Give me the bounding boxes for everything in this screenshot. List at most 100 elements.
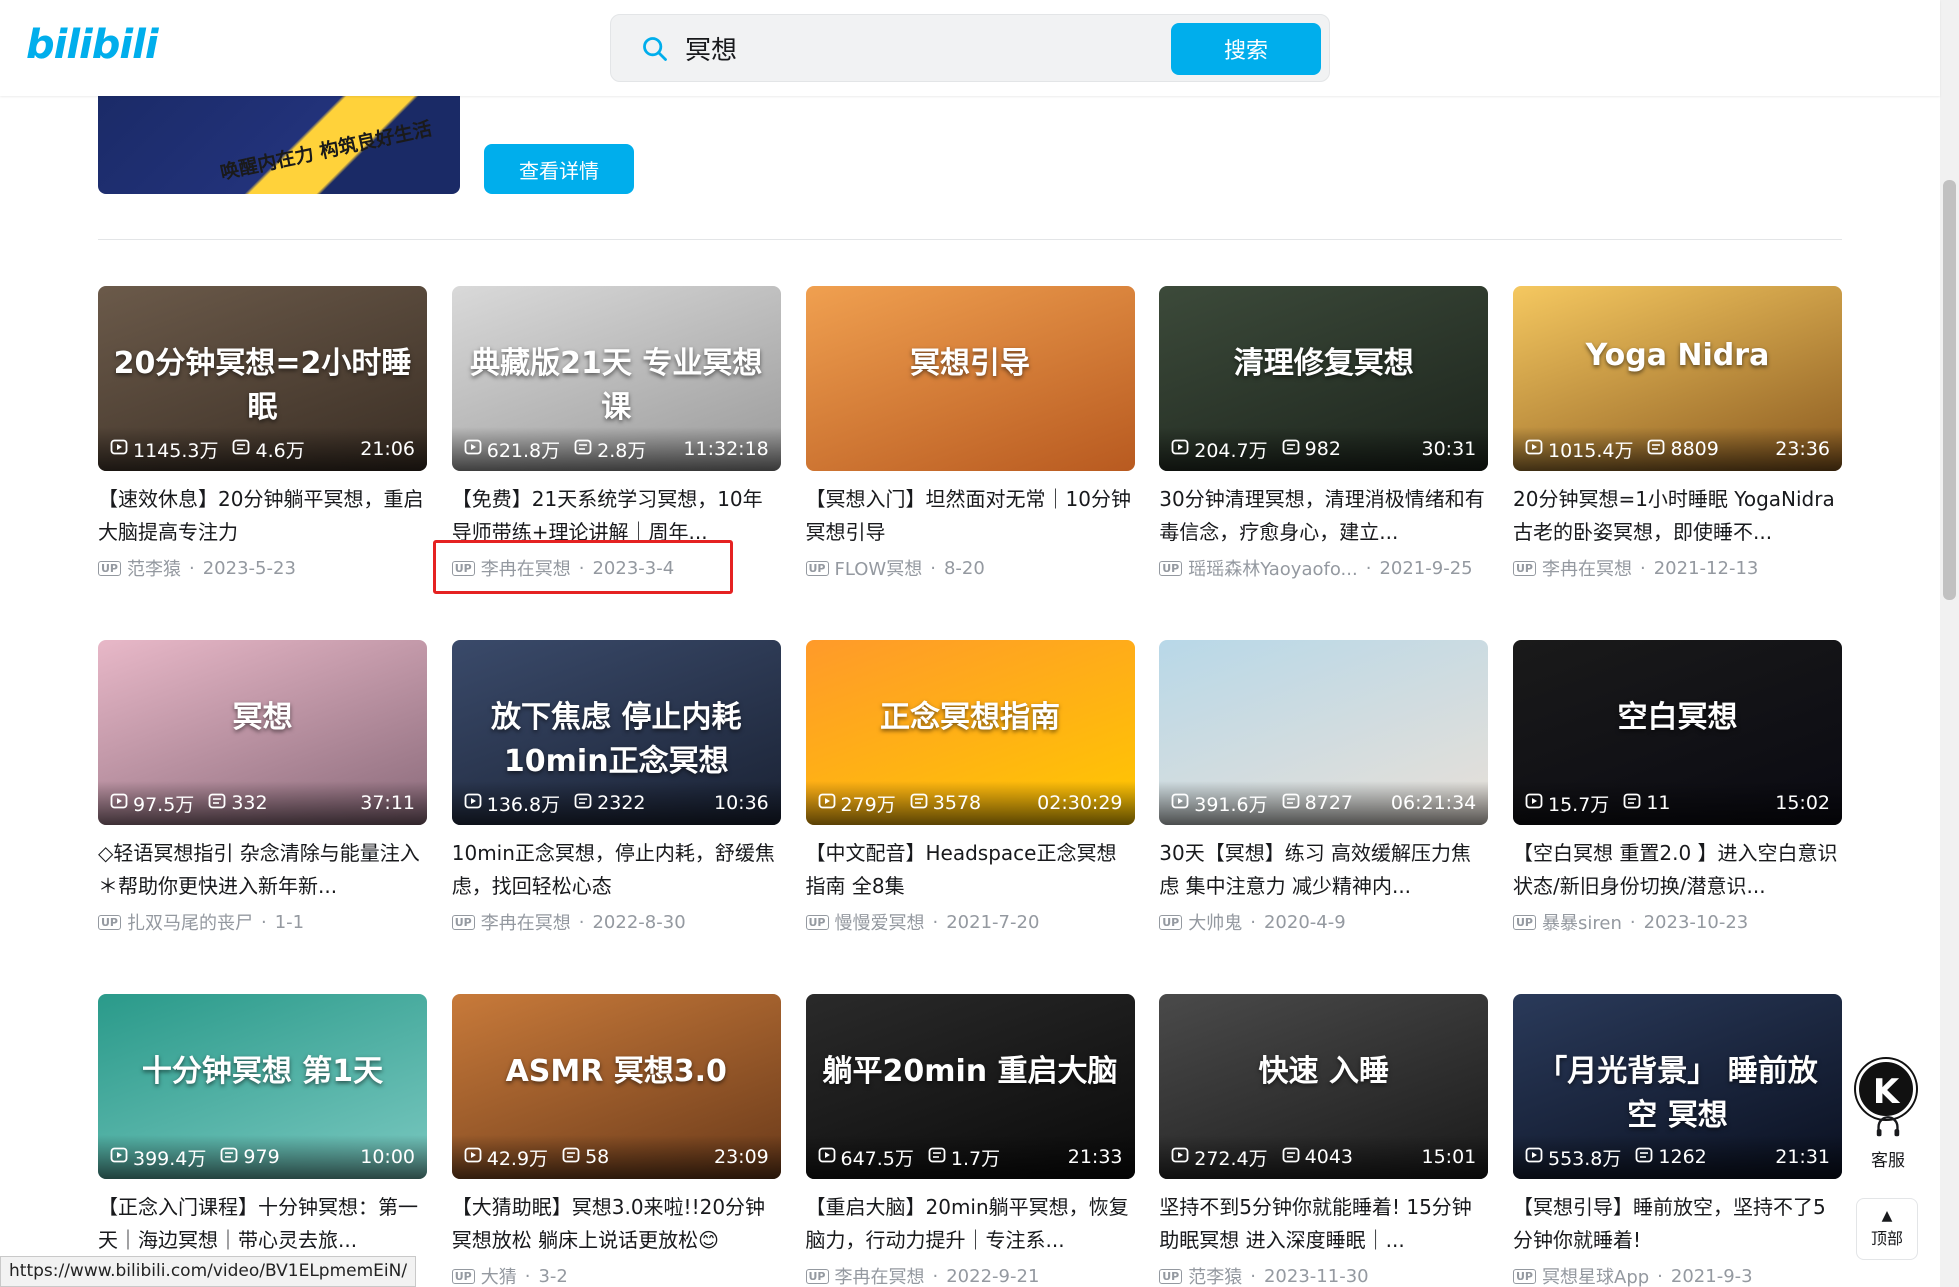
upload-date: 2021-9-3 xyxy=(1670,1265,1753,1287)
video-thumbnail[interactable]: 空白冥想 15.7万 11 15:02 xyxy=(1513,640,1842,825)
view-count-text: 647.5万 xyxy=(840,1147,914,1170)
video-thumbnail[interactable]: 391.6万 8727 06:21:34 xyxy=(1159,640,1489,825)
video-title[interactable]: 【免费】21天系统学习冥想，10年导师带练+理论讲解｜周年... xyxy=(452,483,781,549)
back-to-top-button[interactable]: ▲ 顶部 xyxy=(1856,1198,1918,1260)
video-card[interactable]: 快速 入睡 272.4万 4043 15:01 坚持不到5分钟你就能睡着! 15分钟助眠… xyxy=(1159,994,1489,1287)
video-thumbnail[interactable]: 正念冥想指南 279万 3578 02:30:29 xyxy=(805,640,1135,825)
video-card[interactable]: 冥想 97.5万 332 37:11 ◇轻语冥想指引 杂念清除与能量注入＊帮助你更快进入… xyxy=(98,640,427,994)
uploader-name[interactable]: 大帅鬼 xyxy=(1188,909,1242,935)
thumbnail-text: 躺平20min 重启大脑 xyxy=(822,1053,1118,1089)
video-meta: UP 扎双马尾的丧尸 · 1-1 xyxy=(98,909,427,935)
video-title[interactable]: 【冥想引导】睡前放空，坚持不了5分钟你就睡着! xyxy=(1513,1191,1842,1257)
video-card[interactable]: 391.6万 8727 06:21:34 30天【冥想】练习 高效缓解压力焦虑 集中注… xyxy=(1159,640,1489,994)
video-meta: UP 大猜 · 3-2 xyxy=(451,1263,781,1287)
video-thumbnail[interactable]: 清理修复冥想 204.7万 982 30:31 xyxy=(1159,286,1489,471)
upload-date: 2023-3-4 xyxy=(592,557,675,579)
up-badge-icon: UP xyxy=(1513,914,1536,930)
video-thumbnail[interactable]: 「月光背景」 睡前放空 冥想 553.8万 1262 21:31 xyxy=(1513,994,1842,1179)
video-thumbnail[interactable]: 冥想引导 xyxy=(805,286,1135,471)
view-count: 647.5万 xyxy=(818,1144,914,1171)
video-stats: 391.6万 8727 06:21:34 xyxy=(1159,781,1489,825)
video-stats: 553.8万 1262 21:31 xyxy=(1513,1135,1842,1179)
uploader-name[interactable]: FLOW冥想 xyxy=(835,555,923,581)
uploader-name[interactable]: 范李猿 xyxy=(127,555,181,581)
view-count-text: 136.8万 xyxy=(486,793,561,816)
scrollbar[interactable] xyxy=(1940,0,1959,1287)
video-thumbnail[interactable]: 冥想 97.5万 332 37:11 xyxy=(98,640,427,825)
k-assistant-icon[interactable]: K xyxy=(1856,1059,1916,1119)
view-count-text: 621.8万 xyxy=(486,439,561,462)
video-card[interactable]: 放下焦虑 停止内耗 10min正念冥想 136.8万 2322 10:36 10min正… xyxy=(451,640,781,994)
uploader-name[interactable]: 瑶瑶森林Yaoyaofo... xyxy=(1188,555,1357,581)
video-title[interactable]: 30天【冥想】练习 高效缓解压力焦虑 集中注意力 减少精神内... xyxy=(1159,837,1488,903)
danmaku-count: 1262 xyxy=(1635,1146,1707,1169)
video-title[interactable]: ◇轻语冥想指引 杂念清除与能量注入＊帮助你更快进入新年新... xyxy=(98,837,427,903)
uploader-name[interactable]: 冥想星球App xyxy=(1542,1263,1649,1287)
video-thumbnail[interactable]: ASMR 冥想3.0 42.9万 58 23:09 xyxy=(451,994,781,1179)
video-duration: 21:33 xyxy=(1067,1146,1123,1168)
video-card[interactable]: 典藏版21天 专业冥想课 621.8万 2.8万 11:32:18 【免费】21天系统学… xyxy=(451,286,781,640)
video-thumbnail[interactable]: 躺平20min 重启大脑 647.5万 1.7万 21:33 xyxy=(805,994,1135,1179)
video-title[interactable]: 【中文配音】Headspace正念冥想指南 全8集 xyxy=(806,837,1135,903)
play-count-icon xyxy=(1171,1146,1194,1169)
scrollbar-thumb[interactable] xyxy=(1943,180,1956,600)
uploader-name[interactable]: 范李猿 xyxy=(1188,1263,1242,1287)
up-badge-icon: UP xyxy=(451,1268,475,1284)
video-title[interactable]: 【速效休息】20分钟躺平冥想，重启大脑提高专注力 xyxy=(98,483,427,549)
video-duration: 02:30:29 xyxy=(1037,792,1123,814)
customer-service-button[interactable]: 客服 xyxy=(1862,1115,1914,1171)
danmaku-count-text: 1.7万 xyxy=(950,1147,1001,1170)
video-title[interactable]: 【空白冥想 重置2.0 】进入空白意识状态/新旧身份切换/潜意识... xyxy=(1513,837,1842,903)
video-card[interactable]: 躺平20min 重启大脑 647.5万 1.7万 21:33 【重启大脑】20min躺平… xyxy=(805,994,1135,1287)
play-count-icon xyxy=(464,1146,487,1169)
video-card[interactable]: ASMR 冥想3.0 42.9万 58 23:09 【大猜助眠】冥想3.0来啦!!20分… xyxy=(451,994,781,1287)
search-button[interactable]: 搜索 xyxy=(1171,23,1321,75)
bilibili-logo[interactable]: bilibili xyxy=(26,22,159,68)
uploader-name[interactable]: 暴暴siren xyxy=(1542,909,1622,935)
video-thumbnail[interactable]: 十分钟冥想 第1天 399.4万 979 10:00 xyxy=(98,994,427,1179)
meta-separator: · xyxy=(1250,911,1256,933)
video-card[interactable]: 清理修复冥想 204.7万 982 30:31 30分钟清理冥想，清理消极情绪和有毒信念… xyxy=(1159,286,1489,640)
video-title[interactable]: 10min正念冥想，停止内耗，舒缓焦虑，找回轻松心态 xyxy=(452,837,781,903)
video-thumbnail[interactable]: 放下焦虑 停止内耗 10min正念冥想 136.8万 2322 10:36 xyxy=(451,640,781,825)
video-meta: UP 范李猿 · 2023-5-23 xyxy=(98,555,427,581)
video-title[interactable]: 【正念入门课程】十分钟冥想：第一天｜海边冥想｜带心灵去旅... xyxy=(98,1191,427,1257)
video-stats: 136.8万 2322 10:36 xyxy=(451,781,781,825)
meta-separator: · xyxy=(1657,1265,1663,1287)
video-thumbnail[interactable]: 典藏版21天 专业冥想课 621.8万 2.8万 11:32:18 xyxy=(451,286,781,471)
video-duration: 10:36 xyxy=(713,792,769,814)
video-title[interactable]: 20分钟冥想=1小时睡眠 YogaNidra古老的卧姿冥想，即使睡不... xyxy=(1513,483,1842,549)
video-thumbnail[interactable]: 快速 入睡 272.4万 4043 15:01 xyxy=(1159,994,1489,1179)
video-title[interactable]: 【大猜助眠】冥想3.0来啦!!20分钟冥想放松 躺床上说话更放松😊 xyxy=(452,1191,781,1257)
video-thumbnail[interactable]: Yoga Nidra 1015.4万 8809 23:36 xyxy=(1513,286,1842,471)
video-card[interactable]: 20分钟冥想=2小时睡眠 1145.3万 4.6万 21:06 【速效休息】20分钟躺平… xyxy=(98,286,427,640)
video-stats: 1015.4万 8809 23:36 xyxy=(1513,427,1842,471)
uploader-name[interactable]: 慢慢爱冥想 xyxy=(835,909,925,935)
video-card[interactable]: 空白冥想 15.7万 11 15:02 【空白冥想 重置2.0 】进入空白意识状态/新旧… xyxy=(1513,640,1842,994)
danmaku-count: 4.6万 xyxy=(232,436,305,463)
uploader-name[interactable]: 李冉在冥想 xyxy=(481,909,571,935)
video-title[interactable]: 【重启大脑】20min躺平冥想，恢复脑力，行动力提升｜专注系... xyxy=(806,1191,1135,1257)
video-card[interactable]: 「月光背景」 睡前放空 冥想 553.8万 1262 21:31 【冥想引导】睡前放空，… xyxy=(1513,994,1842,1287)
up-badge-icon: UP xyxy=(1513,560,1536,576)
video-title[interactable]: 30分钟清理冥想，清理消极情绪和有毒信念，疗愈身心，建立... xyxy=(1159,483,1488,549)
video-card[interactable]: 十分钟冥想 第1天 399.4万 979 10:00 【正念入门课程】十分钟冥想：第一天… xyxy=(98,994,427,1287)
video-card[interactable]: Yoga Nidra 1015.4万 8809 23:36 20分钟冥想=1小时睡眠 Y… xyxy=(1513,286,1842,640)
video-card[interactable]: 正念冥想指南 279万 3578 02:30:29 【中文配音】Headspace正念冥… xyxy=(805,640,1135,994)
video-card[interactable]: 冥想引导 【冥想入门】坦然面对无常｜10分钟冥想引导 UP FLOW冥想 · 8-20 xyxy=(805,286,1135,640)
uploader-name[interactable]: 李冉在冥想 xyxy=(481,555,571,581)
danmaku-icon xyxy=(208,792,231,815)
view-count: 1145.3万 xyxy=(110,436,218,463)
uploader-name[interactable]: 大猜 xyxy=(481,1263,517,1287)
video-thumbnail[interactable]: 20分钟冥想=2小时睡眠 1145.3万 4.6万 21:06 xyxy=(98,286,427,471)
uploader-name[interactable]: 李冉在冥想 xyxy=(835,1263,925,1287)
video-title[interactable]: 【冥想入门】坦然面对无常｜10分钟冥想引导 xyxy=(806,483,1135,549)
video-title[interactable]: 坚持不到5分钟你就能睡着! 15分钟助眠冥想 进入深度睡眠｜... xyxy=(1159,1191,1488,1257)
danmaku-count: 332 xyxy=(208,792,268,815)
uploader-name[interactable]: 扎双马尾的丧尸 xyxy=(127,909,253,935)
view-details-button[interactable]: 查看详情 xyxy=(484,144,634,194)
banner-image-text: 唤醒内在力 构筑良好生活 xyxy=(218,117,434,185)
danmaku-icon xyxy=(220,1146,243,1169)
uploader-name[interactable]: 李冉在冥想 xyxy=(1542,555,1632,581)
play-count-icon xyxy=(1525,1146,1548,1169)
